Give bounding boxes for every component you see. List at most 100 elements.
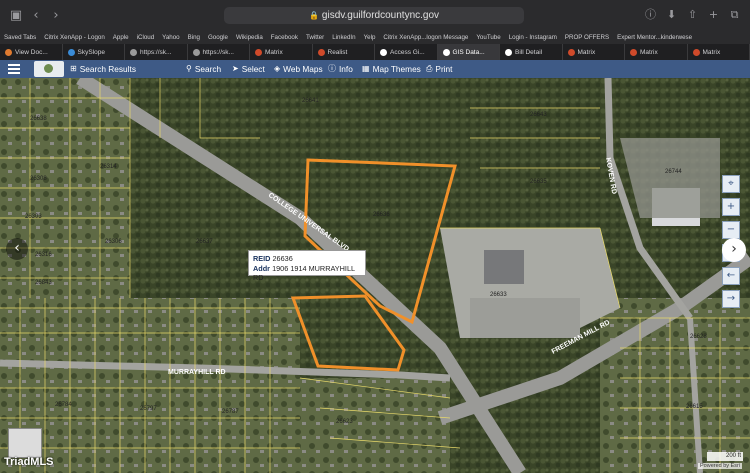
- browser-tab[interactable]: View Doc...: [0, 44, 63, 60]
- browser-tab[interactable]: Access Gi...: [375, 44, 438, 60]
- popup-addr-row: Addr 1906 1914 MURRAYHILL RD: [253, 264, 361, 283]
- download-icon[interactable]: ⬇: [664, 7, 679, 22]
- back-icon[interactable]: ‹: [26, 8, 46, 23]
- search-label: Search: [194, 64, 222, 74]
- parcel-label: 26306: [105, 239, 122, 245]
- previous-extent-icon[interactable]: ←: [722, 267, 740, 285]
- bookmark-item[interactable]: LinkedIn: [332, 34, 355, 41]
- tab-label: Bill Detail: [515, 48, 543, 56]
- road-label-murrayhill: MURRAYHILL RD: [168, 369, 226, 376]
- parking-lot-south: [470, 298, 580, 338]
- select-button[interactable]: ➤ Select: [232, 60, 265, 78]
- map-view[interactable]: 26636 26637 26643 26641 26635 26633 2663…: [0, 78, 750, 473]
- tab-overview-icon[interactable]: ⧉: [727, 7, 742, 22]
- bookmark-item[interactable]: Twitter: [306, 34, 324, 41]
- scale-bar: 200 ft: [707, 452, 743, 461]
- parcel-label: 26787: [222, 409, 239, 415]
- map-themes-button[interactable]: ▦ Map Themes: [362, 60, 421, 78]
- parcel-label: 26615: [686, 404, 703, 410]
- bookmark-item[interactable]: Citrix XenApp - Logon: [44, 34, 105, 41]
- bookmark-item[interactable]: Google: [208, 34, 228, 41]
- zoom-out-icon[interactable]: −: [722, 221, 740, 239]
- popup-reid-value: 26636: [272, 254, 293, 263]
- sidebar-toggle-icon[interactable]: ▣: [6, 8, 26, 23]
- hamburger-menu-icon[interactable]: [8, 64, 20, 74]
- popup-addr-label: Addr: [253, 263, 271, 273]
- tab-favicon-icon: [442, 48, 450, 56]
- tab-label: Matrix: [702, 48, 721, 56]
- bookmark-item[interactable]: Citrix XenApp...logon Message: [383, 34, 468, 41]
- previous-photo-arrow-icon[interactable]: ‹: [6, 238, 28, 260]
- search-button[interactable]: ⚲ Search: [186, 60, 221, 78]
- browser-tab[interactable]: Matrix: [688, 44, 750, 60]
- bookmark-item[interactable]: Expert Mentor...kinderwese: [617, 34, 692, 41]
- zoom-in-icon[interactable]: +: [722, 198, 740, 216]
- tab-label: Matrix: [640, 48, 658, 56]
- county-logo: [34, 61, 64, 77]
- parcel-label: 26636: [373, 212, 390, 218]
- next-photo-arrow-icon[interactable]: ›: [722, 238, 746, 262]
- parcel-popup: REID 26636 Addr 1906 1914 MURRAYHILL RD: [248, 250, 366, 282]
- parcel-label: 26633: [490, 292, 507, 298]
- browser-tab[interactable]: SkySlope: [63, 44, 125, 60]
- parcel-label: 26314: [100, 164, 117, 170]
- browser-url-bar: ▣ ‹ › 🔒 gisdv.guilfordcountync.gov ⓘ ⬇ ⇧ …: [0, 0, 750, 30]
- parcel-label: 26635: [530, 179, 547, 185]
- aerial-map[interactable]: 26636 26637 26643 26641 26635 26633 2663…: [0, 78, 750, 473]
- browser-tab[interactable]: Realist: [313, 44, 375, 60]
- web-maps-button[interactable]: ◈ Web Maps: [274, 60, 323, 78]
- browser-tab[interactable]: https://sk...: [125, 44, 188, 60]
- locate-icon[interactable]: ⌖: [722, 175, 740, 193]
- tab-label: Realist: [327, 48, 348, 56]
- bookmark-item[interactable]: Yelp: [364, 34, 376, 41]
- info-button[interactable]: ⓘ Info: [328, 60, 353, 78]
- address-field[interactable]: 🔒 gisdv.guilfordcountync.gov: [224, 7, 524, 24]
- parcel-label: 26643: [530, 112, 547, 118]
- bookmark-item[interactable]: Apple: [113, 34, 129, 41]
- bookmark-item[interactable]: PROP OFFERS: [565, 34, 609, 41]
- overview-map[interactable]: [8, 428, 42, 458]
- parcel-label: 26316: [35, 252, 52, 258]
- bookmark-item[interactable]: Wikipedia: [236, 34, 263, 41]
- bookmark-item[interactable]: Facebook: [271, 34, 298, 41]
- powered-by-text: Powered by Esri: [698, 463, 743, 469]
- browser-tab[interactable]: Matrix: [250, 44, 313, 60]
- browser-tab[interactable]: Bill Detail: [500, 44, 563, 60]
- residential-area-east: [600, 298, 750, 473]
- tab-label: Matrix: [265, 48, 283, 56]
- forward-icon[interactable]: ›: [46, 8, 66, 23]
- search-results-button[interactable]: ⊞ Search Results: [70, 60, 136, 78]
- search-results-icon: ⊞: [70, 64, 77, 73]
- bookmark-item[interactable]: Bing: [188, 34, 200, 41]
- web-maps-label: Web Maps: [283, 64, 323, 74]
- new-tab-icon[interactable]: +: [706, 7, 721, 22]
- print-button[interactable]: ⎙ Print: [426, 60, 452, 78]
- parcel-label: 26797: [140, 406, 157, 412]
- print-label: Print: [435, 64, 453, 74]
- watermark: TriadMLS: [4, 456, 54, 468]
- browser-tab[interactable]: GIS Data...: [437, 44, 500, 60]
- tab-bar: View Doc... SkySlope https://sk... https://…: [0, 44, 750, 60]
- bookmark-item[interactable]: Login - Instagram: [509, 34, 557, 41]
- map-themes-label: Map Themes: [372, 64, 421, 74]
- parcel-label: 26843: [35, 280, 52, 286]
- tab-favicon-icon: [67, 48, 75, 56]
- bookmark-item[interactable]: Saved Tabs: [4, 34, 36, 41]
- next-extent-icon[interactable]: →: [722, 290, 740, 308]
- bookmark-item[interactable]: YouTube: [476, 34, 500, 41]
- residential-area-southwest: [300, 378, 450, 473]
- bookmark-item[interactable]: Yahoo: [162, 34, 179, 41]
- share-icon[interactable]: ⇧: [685, 7, 700, 22]
- tab-favicon-icon: [130, 48, 137, 56]
- parcel-label: 26628: [690, 334, 707, 340]
- browser-tab[interactable]: Matrix: [563, 44, 625, 60]
- info-label: Info: [339, 64, 353, 74]
- popup-reid-row: REID 26636: [253, 254, 361, 264]
- info-icon[interactable]: ⓘ: [643, 7, 658, 22]
- browser-tab[interactable]: Matrix: [625, 44, 688, 60]
- tab-favicon-icon: [5, 48, 12, 56]
- bookmark-item[interactable]: iCloud: [137, 34, 155, 41]
- browser-tab[interactable]: https://sk...: [188, 44, 250, 60]
- tab-label: Matrix: [577, 48, 596, 56]
- tab-favicon-icon: [380, 48, 387, 56]
